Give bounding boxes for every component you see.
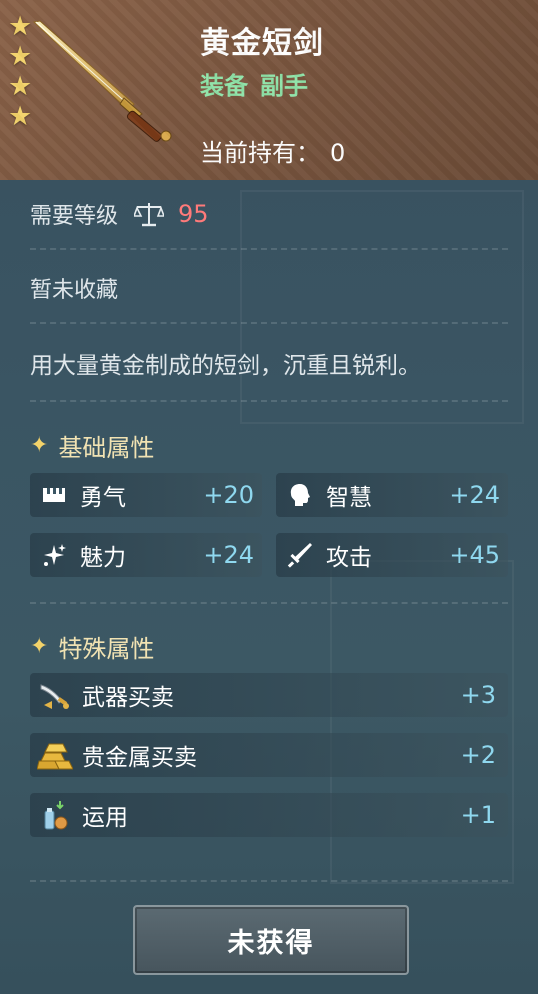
sparkle-icon: ✦ <box>30 634 49 659</box>
precious-metal-trade-icon <box>36 737 74 773</box>
special-attribute-row: 运用 +1 <box>30 793 508 837</box>
star-icon: ★ <box>8 101 33 132</box>
attribute-name: 贵金属买卖 <box>82 745 197 771</box>
attribute-value: +20 <box>203 481 254 509</box>
attribute-name: 魅力 <box>80 545 126 571</box>
utilize-icon <box>36 797 74 833</box>
star-icon: ★ <box>8 41 33 72</box>
collection-status: 暂未收藏 <box>30 278 119 303</box>
owned-count: 当前持有： 0 <box>200 133 345 168</box>
divider <box>30 248 508 250</box>
attribute-value: +3 <box>460 681 496 709</box>
special-attribute-row: 武器买卖 +3 <box>30 673 508 717</box>
attribute-name: 武器买卖 <box>82 685 174 711</box>
wisdom-icon <box>286 481 314 509</box>
basic-attributes-title: ✦ 基础属性 <box>30 428 154 463</box>
special-attributes-title: ✦ 特殊属性 <box>30 629 154 664</box>
golden-short-sword-icon <box>32 20 172 142</box>
attribute-name: 勇气 <box>80 485 126 511</box>
attack-icon <box>286 541 314 569</box>
owned-value: 0 <box>330 139 346 167</box>
scale-icon <box>134 203 165 227</box>
level-requirement: 需要等级 95 <box>30 198 209 230</box>
section-title: 特殊属性 <box>58 635 155 663</box>
requirement-level: 95 <box>178 200 209 228</box>
item-detail-card: ★ ★ ★ ★ 黄金短剑 装备 副手 当前持有： 0 需要等级 95 暂未收藏 … <box>0 0 538 994</box>
attribute-value: +2 <box>460 741 496 769</box>
star-icon: ★ <box>8 71 33 102</box>
item-description: 用大量黄金制成的短剑，沉重且锐利。 <box>30 353 421 379</box>
item-type-primary: 装备 <box>200 72 248 100</box>
attribute-value: +1 <box>460 801 496 829</box>
attribute-row: 魅力 +24 <box>30 533 262 577</box>
not-obtained-button[interactable]: 未获得 <box>133 905 409 975</box>
divider <box>30 322 508 324</box>
attribute-value: +45 <box>449 541 500 569</box>
attribute-row: 智慧 +24 <box>276 473 508 517</box>
item-header: ★ ★ ★ ★ 黄金短剑 装备 副手 当前持有： 0 <box>0 0 538 180</box>
section-title: 基础属性 <box>58 434 155 462</box>
star-rating: ★ ★ ★ ★ <box>8 12 38 132</box>
attribute-row: 勇气 +20 <box>30 473 262 517</box>
divider <box>30 602 508 604</box>
owned-label: 当前持有： <box>200 139 320 167</box>
item-type-secondary: 副手 <box>260 72 308 100</box>
attribute-value: +24 <box>449 481 500 509</box>
attribute-value: +24 <box>203 541 254 569</box>
charm-icon <box>40 541 68 569</box>
divider <box>30 880 508 882</box>
courage-icon <box>40 481 68 509</box>
requirement-label: 需要等级 <box>30 204 119 229</box>
attribute-name: 运用 <box>82 805 128 831</box>
attribute-row: 攻击 +45 <box>276 533 508 577</box>
attribute-name: 攻击 <box>326 545 372 571</box>
attribute-name: 智慧 <box>326 485 372 511</box>
special-attribute-row: 贵金属买卖 +2 <box>30 733 508 777</box>
item-type: 装备 副手 <box>200 66 320 101</box>
star-icon: ★ <box>8 11 33 42</box>
weapon-trade-icon <box>36 677 74 713</box>
sparkle-icon: ✦ <box>30 433 49 458</box>
background-decoration <box>240 190 524 424</box>
divider <box>30 400 508 402</box>
item-name: 黄金短剑 <box>200 26 324 61</box>
